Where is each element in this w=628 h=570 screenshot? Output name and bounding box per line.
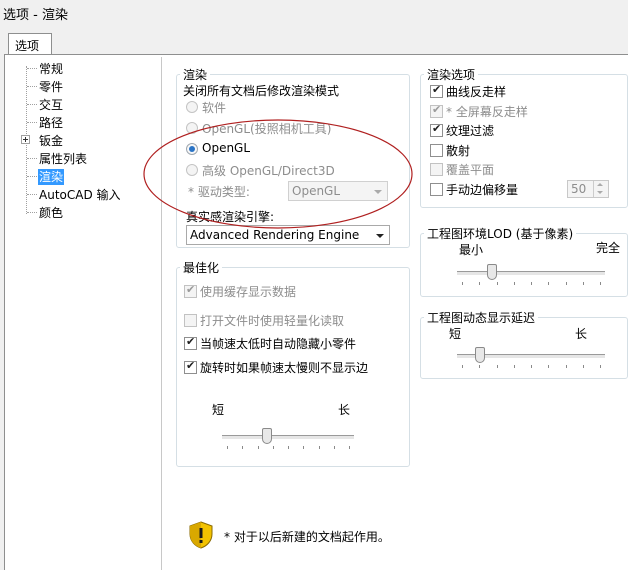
spin-down-icon[interactable] [593,189,608,197]
optimize-slider-tick [242,446,244,449]
offset-spinner[interactable]: 50 [567,180,609,198]
dynamic-delay-slider-tick [479,365,481,368]
lod-slider-tick [582,282,584,285]
tree-tick [27,122,37,123]
annotation-ellipse [143,119,413,229]
lod-slider-tick [496,282,498,285]
dynamic-delay-slider-tick [462,365,463,368]
dynamic-delay-slider-tick [513,365,515,368]
hide-small-parts-checkbox[interactable] [184,335,197,350]
footer-note: * 对于以后新建的文档起作用。 [224,530,390,544]
scatter-checkbox[interactable] [430,144,443,157]
warning-shield-icon [189,521,213,549]
dynamic-delay-title: 工程图动态显示延迟 [424,309,539,326]
tree-tick [27,176,37,177]
optimize-slider-tick [288,446,289,449]
render-software-radio[interactable] [186,101,198,113]
render-mode-note: 关闭所有文档后修改渲染模式 [183,84,340,98]
tree-tick [27,68,37,69]
render-options-title: 渲染选项 [424,66,479,83]
render-group-title: 渲染 [180,66,211,83]
dynamic-delay-slider-tick [496,365,498,368]
lod-min-label: 最小 [459,243,484,257]
tree-tick [27,158,37,159]
tree-tick [27,104,37,105]
window-title: 选项 - 渲染 [3,8,68,23]
no-edges-rotate-label: 旋转时如果帧速太慢则不显示边 [200,361,369,375]
optimize-slider-thumb[interactable] [262,428,273,444]
fullscreen-aa-label: * 全屏幕反走样 [446,105,528,119]
no-edges-rotate-checkbox[interactable] [184,359,197,374]
manual-offset-checkbox[interactable] [430,183,443,196]
lod-slider-tick [548,282,550,285]
lod-slider-tick [513,282,515,285]
tree-expand-icon[interactable] [21,135,30,144]
scatter-label: 散射 [446,144,471,158]
render-software-label: 软件 [202,101,227,115]
tree-item-sheetmetal[interactable]: 钣金 [38,133,64,149]
cover-plane-label: 覆盖平面 [446,163,495,177]
tree-item-autocad-input[interactable]: AutoCAD 输入 [38,187,122,203]
lightweight-read-label: 打开文件时使用轻量化读取 [200,314,345,328]
dynamic-delay-slider-tick [548,365,550,368]
tree-item-general[interactable]: 常规 [38,61,64,77]
optimize-long-label: 长 [338,403,351,417]
optimize-slider-tick [349,446,350,449]
dynamic-delay-slider-tick [531,365,532,368]
optimize-slider-tick [227,446,228,449]
tree-item-rendering[interactable]: 渲染 [38,169,65,185]
lod-slider-track[interactable] [457,271,605,276]
optimize-slider-track[interactable] [222,435,354,440]
optimize-group-title: 最佳化 [180,259,223,276]
dynamic-delay-slider-tick [600,365,601,368]
lod-slider-tick [600,282,601,285]
optimize-slider-tick [272,446,274,449]
lod-title: 工程图环境LOD (基于像素) [424,225,577,242]
fullscreen-aa-checkbox[interactable] [430,103,443,118]
tree-tick [27,86,37,87]
cache-display-label: 使用缓存显示数据 [200,285,297,299]
lod-slider-tick [479,282,481,285]
tree-item-paths[interactable]: 路径 [38,115,64,131]
tab-options-label: 选项 [15,39,40,53]
tree-item-colors[interactable]: 颜色 [38,205,64,221]
lod-slider-tick [565,282,567,285]
lod-max-label: 完全 [596,241,621,255]
window-titlebar: 选项 - 渲染 [0,0,628,26]
tab-options[interactable]: 选项 [8,33,52,55]
chevron-down-icon [376,234,384,238]
dynamic-delay-short-label: 短 [449,327,462,341]
lod-slider-tick [462,282,463,285]
optimize-short-label: 短 [212,403,225,417]
tree-item-property-list[interactable]: 属性列表 [38,151,88,167]
optimize-slider-tick [333,446,335,449]
manual-offset-label: 手动边偏移量 [446,183,519,197]
tree-item-interaction[interactable]: 交互 [38,97,64,113]
curve-aa-label: 曲线反走样 [446,85,507,99]
tree-item-parts[interactable]: 零件 [38,79,64,95]
lod-slider-thumb[interactable] [487,264,498,280]
offset-value: 50 [571,182,587,196]
dynamic-delay-slider-tick [565,365,567,368]
dynamic-delay-slider-thumb[interactable] [474,347,485,363]
spin-up-icon[interactable] [593,181,608,189]
optimize-slider-tick [318,446,320,449]
tree-tick [27,212,37,213]
texture-filter-label: 纹理过滤 [446,124,495,138]
tree-tick [27,194,37,195]
dynamic-delay-slider-tick [582,365,584,368]
texture-filter-checkbox[interactable] [430,122,443,137]
dynamic-delay-long-label: 长 [575,327,588,341]
lightweight-read-checkbox[interactable] [184,314,197,327]
optimize-slider-tick [257,446,259,449]
curve-aa-checkbox[interactable] [430,83,443,98]
lod-slider-tick [531,282,532,285]
cover-plane-checkbox[interactable] [430,163,443,176]
optimize-slider-tick [303,446,305,449]
hide-small-parts-label: 当帧速太低时自动隐藏小零件 [200,337,357,351]
cache-display-checkbox[interactable] [184,283,197,298]
